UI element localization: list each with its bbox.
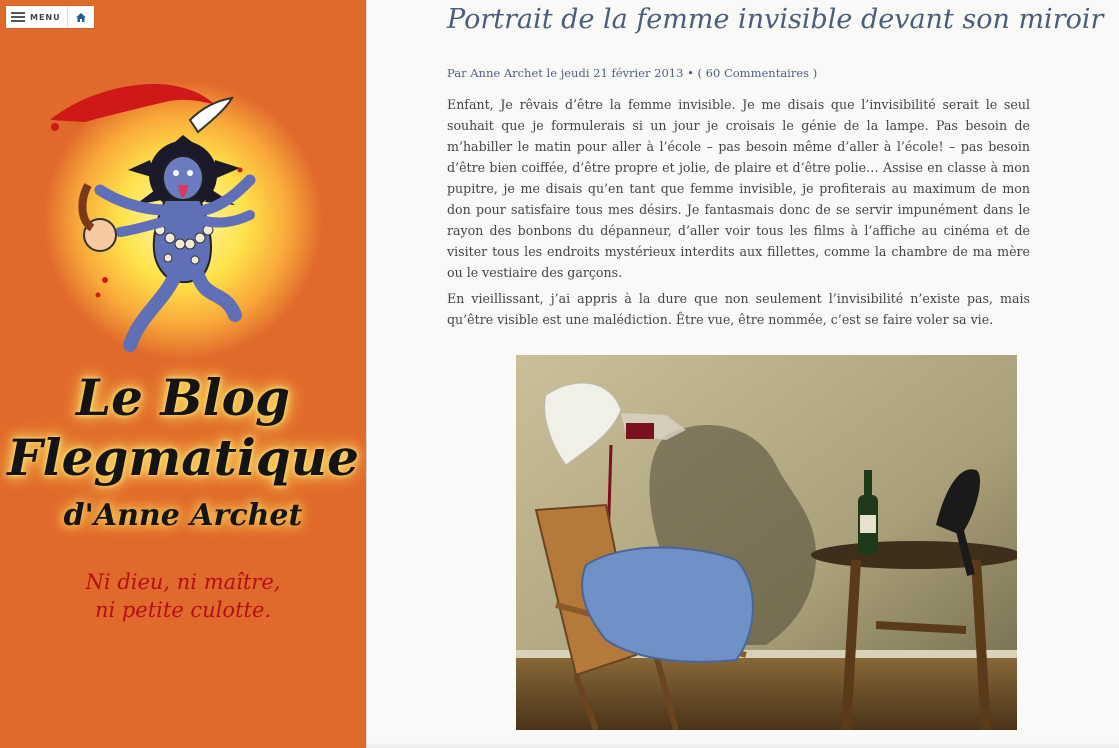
- tagline-line1: Ni dieu, ni maître,: [85, 570, 281, 594]
- blog-tagline: Ni dieu, ni maître, ni petite culotte.: [0, 568, 366, 624]
- home-icon: [75, 12, 86, 22]
- meta-separator: •: [687, 66, 694, 80]
- blog-title[interactable]: Le Blog Flegmatique: [0, 368, 366, 488]
- top-menu-bar: MENU: [6, 6, 94, 28]
- post-paragraph: Enfant, Je rêvais d’être la femme invisi…: [447, 97, 1030, 280]
- post-image: [516, 355, 1017, 730]
- author-link[interactable]: Anne Archet: [470, 66, 543, 80]
- bottom-shadow: [367, 742, 1119, 748]
- blog-title-line1: Le Blog: [76, 368, 290, 427]
- main-content: Portrait de la femme invisible devant so…: [367, 0, 1119, 748]
- kali-illustration: [43, 80, 323, 360]
- hamburger-icon: [11, 12, 25, 22]
- sidebar: MENU Le Blog Flegmatique d'Anne Archet N…: [0, 0, 367, 748]
- post-meta: Par Anne Archet le jeudi 21 février 2013…: [447, 66, 817, 80]
- post-date-link[interactable]: jeudi 21 février 2013: [561, 66, 684, 80]
- menu-label: MENU: [30, 12, 61, 22]
- date-prefix: le: [546, 66, 558, 80]
- tagline-line2: ni petite culotte.: [94, 598, 272, 622]
- blog-title-line2: Flegmatique: [7, 428, 359, 487]
- comments-link[interactable]: ( 60 Commentaires ): [698, 66, 818, 80]
- post-paragraph: En vieillissant, j’ai appris à la dure q…: [447, 291, 1030, 327]
- post-title[interactable]: Portrait de la femme invisible devant so…: [447, 4, 1103, 35]
- blog-subtitle: d'Anne Archet: [63, 498, 303, 533]
- menu-button[interactable]: MENU: [6, 6, 68, 28]
- meta-prefix: Par: [447, 66, 467, 80]
- home-button[interactable]: [68, 6, 94, 28]
